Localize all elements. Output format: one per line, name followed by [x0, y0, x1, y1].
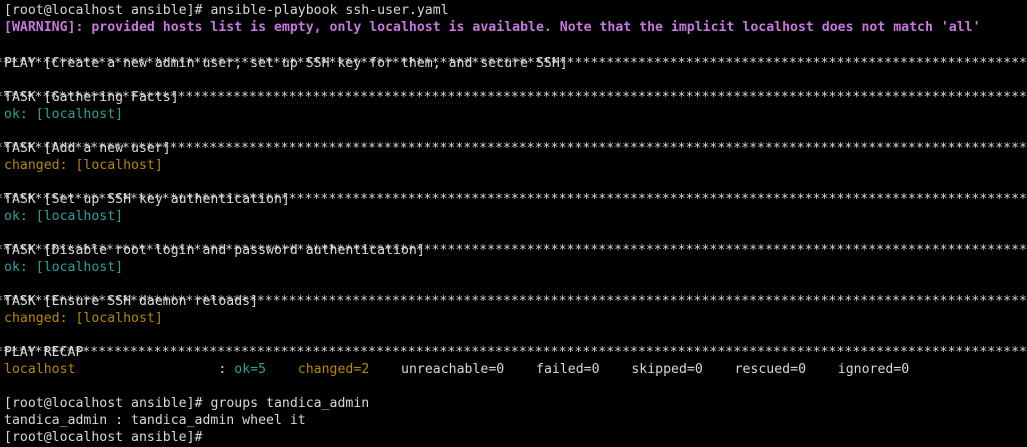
- separator-stars: ****************************************…: [0, 345, 1027, 360]
- shell-prompt: [root@localhost ansible]#: [4, 430, 211, 445]
- recap-ignored: ignored=0: [837, 362, 910, 377]
- task-header-ssh-reload: TASK [Ensure SSH daemon reloads] *******…: [0, 293, 1027, 310]
- task-header-disable-root: TASK [Disable root login and password au…: [0, 242, 1027, 259]
- task-result-ok: ok: [localhost]: [4, 209, 124, 224]
- recap-rescued: rescued=0: [734, 362, 807, 377]
- task-header-gathering-facts: TASK [Gathering Facts] *****************…: [0, 89, 1027, 106]
- command-output: tandica_admin : tandica_admin wheel it: [4, 413, 306, 428]
- recap-host: localhost: [4, 362, 219, 377]
- warning-message: [WARNING]: provided hosts list is empty,…: [4, 20, 981, 35]
- shell-prompt: [root@localhost ansible]#: [4, 3, 211, 18]
- separator-stars: ****************************************…: [0, 56, 1027, 71]
- command-text: ansible-playbook ssh-user.yaml: [210, 3, 449, 18]
- separator-stars: ****************************************…: [0, 192, 1027, 207]
- separator-stars: ****************************************…: [0, 294, 1027, 309]
- recap-row: localhost : ok=5 changed=2 unreachable=0…: [4, 361, 909, 378]
- text-cursor: [210, 429, 218, 443]
- task-result-ok: ok: [localhost]: [4, 107, 124, 122]
- separator-stars: ****************************************…: [0, 141, 1027, 156]
- separator-stars: ****************************************…: [0, 90, 1027, 105]
- recap-unreachable: unreachable=0: [401, 362, 505, 377]
- play-header: PLAY [Create a new admin user, set up SS…: [0, 55, 1027, 72]
- command-line-2: [root@localhost ansible]# groups tandica…: [4, 395, 369, 412]
- shell-prompt: [root@localhost ansible]#: [4, 396, 211, 411]
- recap-failed: failed=0: [536, 362, 600, 377]
- task-result-changed: changed: [localhost]: [4, 311, 163, 326]
- command-text: groups tandica_admin: [210, 396, 370, 411]
- task-header-add-user: TASK [Add a new user] ******************…: [0, 140, 1027, 157]
- recap-skipped: skipped=0: [631, 362, 703, 377]
- play-recap-header: PLAY RECAP *****************************…: [0, 344, 1027, 361]
- terminal-window[interactable]: [root@localhost ansible]# ansible-playbo…: [0, 0, 1027, 447]
- command-line-1: [root@localhost ansible]# ansible-playbo…: [4, 2, 449, 19]
- recap-separator: :: [218, 362, 235, 377]
- separator-stars: ****************************************…: [0, 243, 1027, 258]
- task-result-ok: ok: [localhost]: [4, 260, 124, 275]
- recap-changed: changed=2: [297, 362, 370, 377]
- task-header-ssh-key: TASK [Set up SSH key authentication] ***…: [0, 191, 1027, 208]
- recap-ok: ok=5: [234, 362, 267, 377]
- command-line-3[interactable]: [root@localhost ansible]#: [4, 429, 218, 446]
- task-result-changed: changed: [localhost]: [4, 158, 163, 173]
